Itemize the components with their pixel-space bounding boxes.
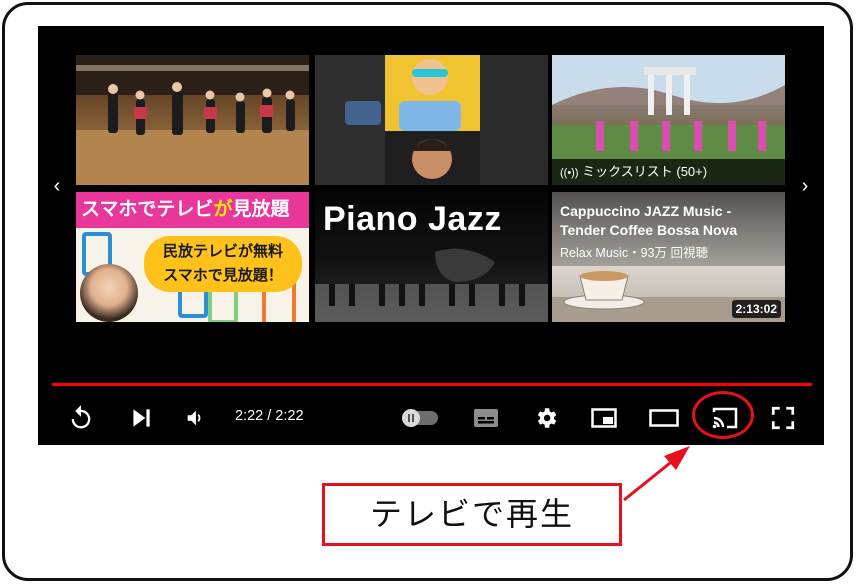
cast-callout-label: テレビで再生 xyxy=(322,483,622,546)
